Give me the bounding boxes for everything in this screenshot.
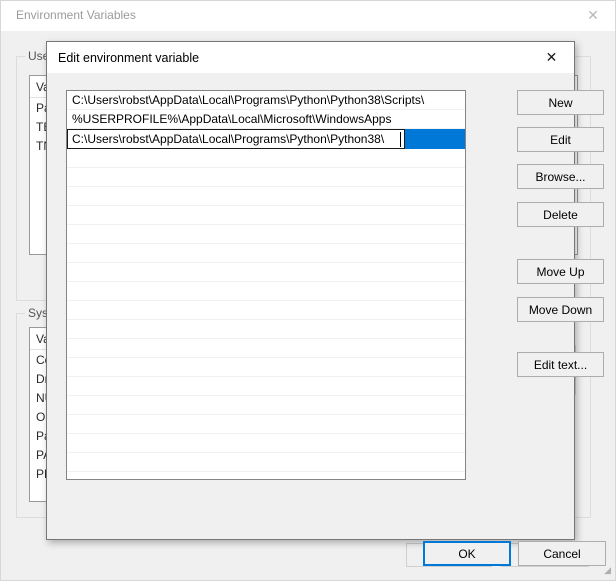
edit-text-button[interactable]: Edit text... <box>517 352 604 377</box>
dialog-title: Edit environment variable <box>58 51 200 65</box>
resize-grip-icon[interactable]: ◢ <box>599 565 611 577</box>
list-item-empty[interactable] <box>67 320 465 339</box>
list-item-empty[interactable] <box>67 339 465 358</box>
edit-button[interactable]: Edit <box>517 127 604 152</box>
background-window-titlebar: Environment Variables ✕ <box>1 1 615 31</box>
list-item-editing[interactable]: C:\Users\robst\AppData\Local\Programs\Py… <box>67 129 465 149</box>
path-entry-text: C:\Users\robst\AppData\Local\Programs\Py… <box>72 93 425 107</box>
edit-environment-variable-dialog: Edit environment variable ✕ C:\Users\rob… <box>46 41 606 566</box>
list-item-empty[interactable] <box>67 244 465 263</box>
dialog-ok-button[interactable]: OK <box>423 541 511 566</box>
list-item-empty[interactable] <box>67 225 465 244</box>
path-entry-text: C:\Users\robst\AppData\Local\Programs\Py… <box>72 132 385 146</box>
browse-button[interactable]: Browse... <box>517 164 604 189</box>
background-window-title: Environment Variables <box>16 8 136 22</box>
new-button[interactable]: New <box>517 90 604 115</box>
list-item-empty[interactable] <box>67 358 465 377</box>
close-icon[interactable]: ✕ <box>571 1 615 31</box>
list-item-empty[interactable] <box>67 396 465 415</box>
list-item-empty[interactable] <box>67 453 465 472</box>
dialog-titlebar: Edit environment variable ✕ <box>47 42 574 73</box>
list-item-empty[interactable] <box>67 434 465 453</box>
list-item-empty[interactable] <box>67 472 465 479</box>
list-item-empty[interactable] <box>67 377 465 396</box>
list-item-empty[interactable] <box>67 263 465 282</box>
text-caret <box>400 132 401 147</box>
list-item[interactable]: C:\Users\robst\AppData\Local\Programs\Py… <box>67 91 465 110</box>
list-item[interactable]: %USERPROFILE%\AppData\Local\Microsoft\Wi… <box>67 110 465 129</box>
path-entry-text: %USERPROFILE%\AppData\Local\Microsoft\Wi… <box>72 112 392 126</box>
empty-list-rows <box>67 149 465 479</box>
dialog-cancel-button[interactable]: Cancel <box>518 541 606 566</box>
list-item-empty[interactable] <box>67 301 465 320</box>
list-item-empty[interactable] <box>67 149 465 168</box>
list-item-empty[interactable] <box>67 415 465 434</box>
list-item-empty[interactable] <box>67 206 465 225</box>
list-item-empty[interactable] <box>67 168 465 187</box>
list-item-empty[interactable] <box>67 282 465 301</box>
list-item-empty[interactable] <box>67 187 465 206</box>
close-icon[interactable]: ✕ <box>529 42 574 73</box>
path-edit-input[interactable]: C:\Users\robst\AppData\Local\Programs\Py… <box>67 129 405 149</box>
delete-button[interactable]: Delete <box>517 202 604 227</box>
path-entries-list[interactable]: C:\Users\robst\AppData\Local\Programs\Py… <box>66 90 466 480</box>
move-up-button[interactable]: Move Up <box>517 259 604 284</box>
move-down-button[interactable]: Move Down <box>517 297 604 322</box>
